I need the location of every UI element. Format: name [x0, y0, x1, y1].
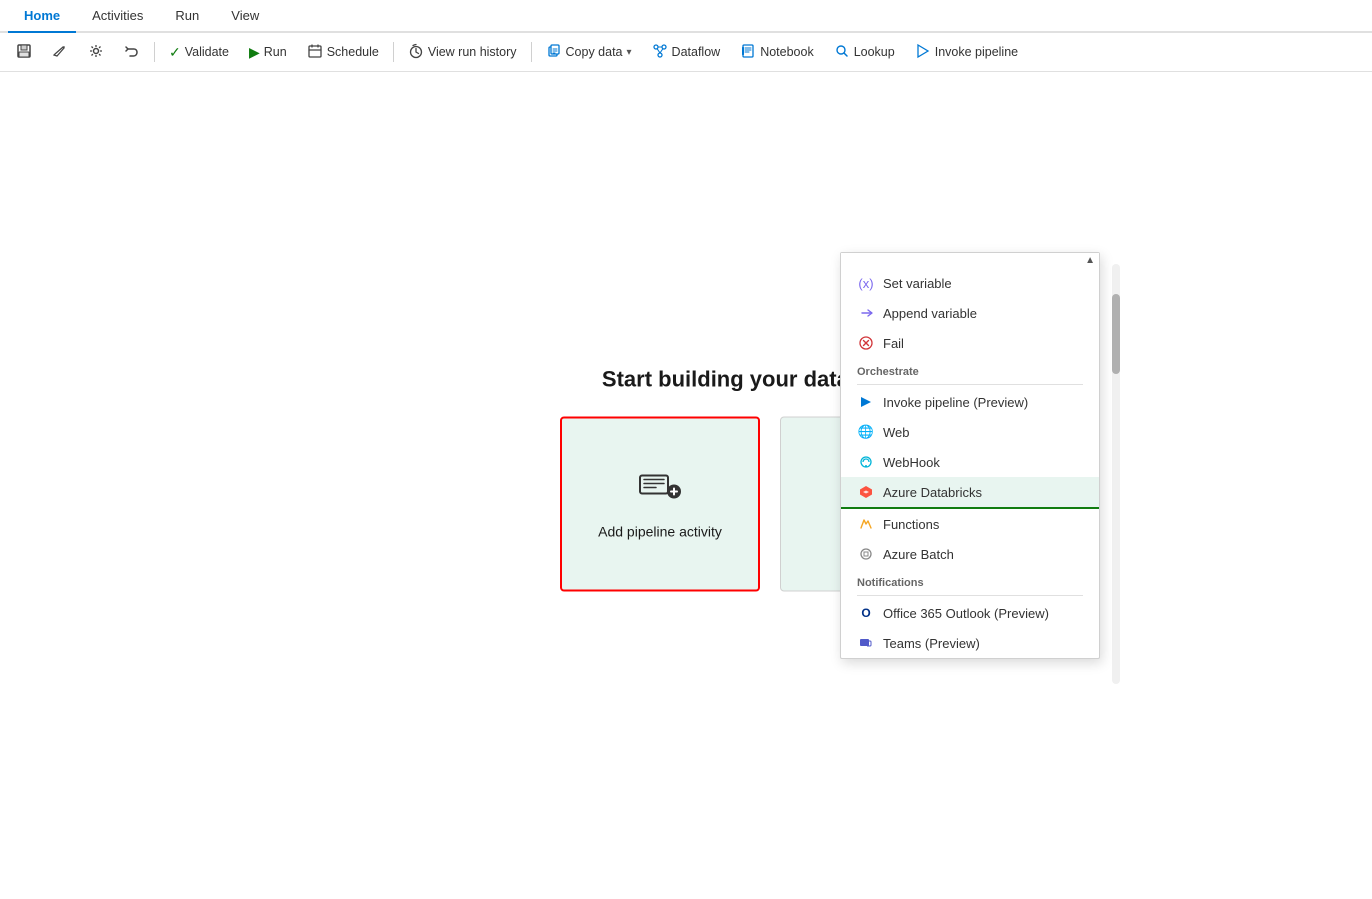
copy-data-chevron[interactable]: ▾ — [627, 47, 632, 58]
dropdown-scrollbar-thumb[interactable] — [1112, 294, 1120, 374]
office365-icon: O — [857, 604, 875, 622]
dropdown-item-teams[interactable]: Teams (Preview) — [841, 628, 1099, 658]
history-button[interactable]: View run history — [400, 39, 525, 65]
separator-3 — [531, 42, 532, 62]
history-icon — [408, 43, 424, 61]
add-activity-card[interactable]: Add pipeline activity — [560, 416, 760, 591]
functions-icon — [857, 515, 875, 533]
dropdown-item-fail[interactable]: Fail — [841, 328, 1099, 358]
add-activity-icon — [638, 468, 682, 512]
set-variable-icon: (x) — [857, 274, 875, 292]
copy-data-label: Copy data — [566, 45, 623, 59]
lookup-label: Lookup — [854, 45, 895, 59]
notebook-icon — [740, 43, 756, 61]
office365-label: Office 365 Outlook (Preview) — [883, 606, 1049, 621]
undo-icon — [124, 43, 140, 61]
history-label: View run history — [428, 45, 517, 59]
dropdown-item-azure-batch[interactable]: Azure Batch — [841, 539, 1099, 569]
teams-icon — [857, 634, 875, 652]
tab-activities[interactable]: Activities — [76, 0, 159, 33]
invoke-icon — [915, 43, 931, 61]
fail-icon — [857, 334, 875, 352]
divider-orchestrate — [857, 384, 1083, 385]
edit-icon — [52, 43, 68, 61]
append-variable-label: Append variable — [883, 306, 977, 321]
notebook-button[interactable]: Notebook — [732, 39, 822, 65]
web-icon: 🌐 — [857, 423, 875, 441]
notebook-label: Notebook — [760, 45, 814, 59]
validate-button[interactable]: ✓ Validate — [161, 41, 237, 63]
add-activity-label: Add pipeline activity — [598, 524, 722, 540]
schedule-button[interactable]: Schedule — [299, 39, 387, 65]
tab-run[interactable]: Run — [159, 0, 215, 33]
dropdown-item-office365[interactable]: O Office 365 Outlook (Preview) — [841, 598, 1099, 628]
separator-2 — [393, 42, 394, 62]
invoke-pipeline-label: Invoke pipeline (Preview) — [883, 395, 1028, 410]
copy-data-button[interactable]: Copy data ▾ — [538, 39, 640, 65]
fail-label: Fail — [883, 336, 904, 351]
schedule-label: Schedule — [327, 45, 379, 59]
section-notifications: Notifications — [841, 569, 1099, 593]
settings-button[interactable] — [80, 39, 112, 65]
append-variable-icon — [857, 304, 875, 322]
activity-dropdown: ▲ (x) Set variable Append variable — [840, 252, 1100, 659]
scroll-up-arrow[interactable]: ▲ — [1085, 255, 1095, 266]
separator-1 — [154, 42, 155, 62]
gear-icon — [88, 43, 104, 61]
tab-view[interactable]: View — [215, 0, 275, 33]
azure-databricks-icon — [857, 483, 875, 501]
invoke-pipeline-icon — [857, 393, 875, 411]
azure-batch-label: Azure Batch — [883, 547, 954, 562]
dropdown-item-set-variable[interactable]: (x) Set variable — [841, 268, 1099, 298]
functions-label: Functions — [883, 517, 939, 532]
dataflow-label: Dataflow — [672, 45, 721, 59]
run-icon: ▶ — [249, 45, 260, 59]
run-label: Run — [264, 45, 287, 59]
toolbar: ✓ Validate ▶ Run Schedule View run histo… — [0, 33, 1372, 72]
azure-batch-icon — [857, 545, 875, 563]
undo-button[interactable] — [116, 39, 148, 65]
validate-label: Validate — [185, 45, 229, 59]
dropdown-item-functions[interactable]: Functions — [841, 509, 1099, 539]
dropdown-item-invoke-pipeline[interactable]: Invoke pipeline (Preview) — [841, 387, 1099, 417]
dropdown-item-append-variable[interactable]: Append variable — [841, 298, 1099, 328]
canvas-area: Start building your data pipeline Add pi… — [0, 72, 1372, 885]
invoke-button[interactable]: Invoke pipeline — [907, 39, 1026, 65]
lookup-button[interactable]: Lookup — [826, 39, 903, 65]
dropdown-item-azure-databricks[interactable]: Azure Databricks — [841, 477, 1099, 509]
edit-button[interactable] — [44, 39, 76, 65]
run-button[interactable]: ▶ Run — [241, 41, 295, 63]
dataflow-icon — [652, 43, 668, 61]
teams-label: Teams (Preview) — [883, 636, 980, 651]
web-label: Web — [883, 425, 910, 440]
validate-icon: ✓ — [169, 45, 181, 59]
save-icon — [16, 43, 32, 61]
save-button[interactable] — [8, 39, 40, 65]
dropdown-item-web[interactable]: 🌐 Web — [841, 417, 1099, 447]
nav-tabs: Home Activities Run View — [0, 0, 1372, 33]
invoke-label: Invoke pipeline — [935, 45, 1018, 59]
dropdown-item-webhook[interactable]: WebHook — [841, 447, 1099, 477]
divider-notifications — [857, 595, 1083, 596]
dropdown-scrollbar-track — [1112, 264, 1120, 684]
dataflow-button[interactable]: Dataflow — [644, 39, 729, 65]
set-variable-label: Set variable — [883, 276, 952, 291]
lookup-icon — [834, 43, 850, 61]
scroll-up-indicator: ▲ — [841, 253, 1099, 268]
azure-databricks-label: Azure Databricks — [883, 485, 982, 500]
tab-home[interactable]: Home — [8, 0, 76, 33]
dropdown-scroll[interactable]: (x) Set variable Append variable — [841, 268, 1099, 658]
schedule-icon — [307, 43, 323, 61]
webhook-icon — [857, 453, 875, 471]
webhook-label: WebHook — [883, 455, 940, 470]
copy-data-icon — [546, 43, 562, 61]
section-orchestrate: Orchestrate — [841, 358, 1099, 382]
